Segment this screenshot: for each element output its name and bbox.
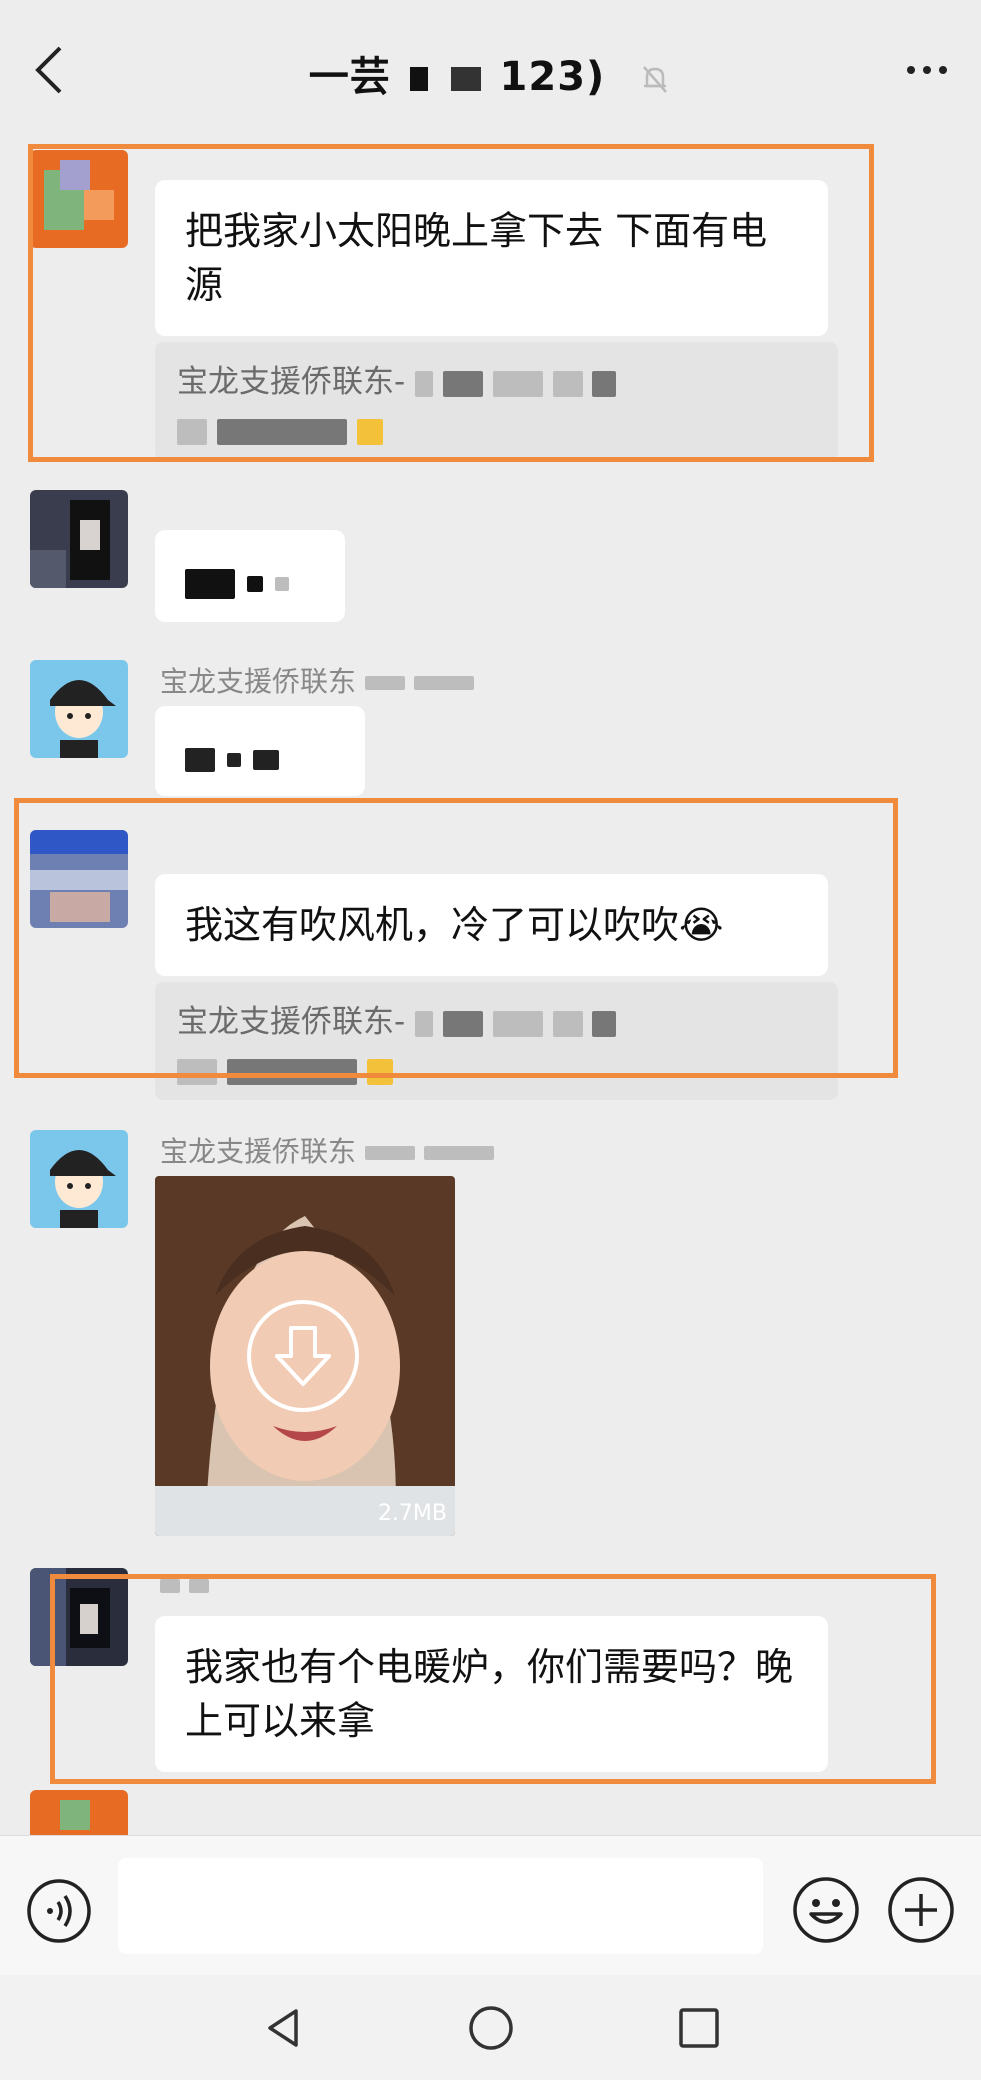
redacted-text	[364, 676, 405, 690]
redacted-text	[592, 1010, 617, 1037]
redacted-text	[177, 418, 207, 445]
redacted-text	[552, 370, 583, 397]
avatar[interactable]	[30, 1790, 128, 1835]
redacted-text	[226, 1058, 357, 1085]
chat-header: 一芸 123)	[0, 0, 981, 140]
chat-title-prefix: 一芸	[308, 54, 391, 100]
nav-home-icon[interactable]	[466, 2003, 516, 2053]
redacted-block	[450, 67, 481, 91]
redacted-text	[442, 1010, 483, 1037]
redacted-text	[227, 752, 242, 767]
redacted-text	[415, 1010, 434, 1037]
sender-name: 宝龙支援侨联东	[160, 1130, 494, 1170]
system-nav-bar	[0, 1975, 981, 2080]
nav-recents-icon[interactable]	[674, 2003, 724, 2053]
redacted-text	[160, 1579, 180, 1593]
cartoon-boy-avatar-icon	[30, 1130, 128, 1228]
chat-title-suffix: 123)	[499, 54, 606, 100]
redacted-text	[185, 568, 235, 599]
redacted-text	[364, 1146, 415, 1160]
message-bubble[interactable]: 我家也有个电暖炉，你们需要吗？晚上可以来拿	[155, 1616, 828, 1772]
redacted-text	[492, 370, 543, 397]
video-size-label: 2.7MB	[377, 1501, 447, 1526]
redacted-text	[415, 370, 434, 397]
redacted-text	[185, 747, 215, 772]
redacted-text	[177, 1058, 217, 1085]
message-bubble[interactable]: 我这有吹风机，冷了可以吹吹😭	[155, 874, 828, 976]
redacted-text	[442, 370, 483, 397]
sender-name: 宝龙支援侨联东	[160, 660, 474, 700]
redacted-text	[592, 370, 617, 397]
quoted-message[interactable]: 宝龙支援侨联东-	[155, 982, 838, 1100]
avatar[interactable]	[30, 150, 128, 248]
emoji-icon[interactable]	[792, 1876, 860, 1944]
chat-area[interactable]: 把我家小太阳晚上拿下去 下面有电源 宝龙支援侨联东- 宝龙支援侨联东 我这有吹风…	[0, 140, 981, 1835]
quote-author: 宝龙支援侨联东-	[177, 364, 406, 400]
emoji-redacted	[366, 1058, 393, 1085]
quoted-message[interactable]: 宝龙支援侨联东-	[155, 342, 838, 460]
redacted-text	[216, 418, 347, 445]
redacted-text	[492, 1010, 543, 1037]
redacted-text	[188, 1579, 209, 1593]
pixelated-avatar-icon	[30, 1790, 128, 1835]
video-message[interactable]: 2.7MB	[155, 1176, 455, 1536]
download-icon[interactable]	[245, 1298, 361, 1414]
message-bubble[interactable]	[155, 706, 365, 796]
message-text: 我这有吹风机，冷了可以吹吹😭	[185, 903, 724, 947]
plus-icon[interactable]	[887, 1876, 955, 1944]
emoji-redacted	[356, 418, 383, 445]
message-text: 我家也有个电暖炉，你们需要吗？晚上可以来拿	[185, 1645, 794, 1743]
cartoon-boy-avatar-icon	[30, 660, 128, 758]
avatar[interactable]	[30, 660, 128, 758]
redacted-text	[253, 749, 280, 770]
avatar[interactable]	[30, 1130, 128, 1228]
quote-author: 宝龙支援侨联东-	[177, 1004, 406, 1040]
nav-back-icon[interactable]	[258, 2003, 308, 2053]
redacted-text	[552, 1010, 583, 1037]
avatar[interactable]	[30, 830, 128, 928]
pixelated-avatar-icon	[30, 150, 128, 248]
redacted-text	[275, 576, 290, 591]
redacted-block	[409, 67, 428, 91]
message-bubble[interactable]	[155, 530, 345, 622]
sender-name-text: 宝龙支援侨联东	[160, 665, 357, 698]
input-bar	[0, 1835, 981, 1975]
mute-bell-icon	[643, 66, 668, 93]
message-bubble[interactable]: 把我家小太阳晚上拿下去 下面有电源	[155, 180, 828, 336]
pixelated-avatar-icon	[30, 830, 128, 928]
pixelated-avatar-icon	[30, 490, 128, 588]
chat-title: 一芸 123)	[0, 44, 981, 102]
message-text: 把我家小太阳晚上拿下去 下面有电源	[185, 209, 768, 307]
voice-input-icon[interactable]	[26, 1878, 92, 1944]
more-options-icon[interactable]	[903, 52, 951, 88]
pixelated-avatar-icon	[30, 1568, 128, 1666]
redacted-text	[247, 575, 264, 592]
redacted-text	[413, 676, 474, 690]
redacted-text	[423, 1146, 494, 1160]
sender-name-text: 宝龙支援侨联东	[160, 1135, 357, 1168]
avatar[interactable]	[30, 490, 128, 588]
message-input[interactable]	[118, 1858, 763, 1954]
sender-name	[160, 1568, 209, 1601]
avatar[interactable]	[30, 1568, 128, 1666]
